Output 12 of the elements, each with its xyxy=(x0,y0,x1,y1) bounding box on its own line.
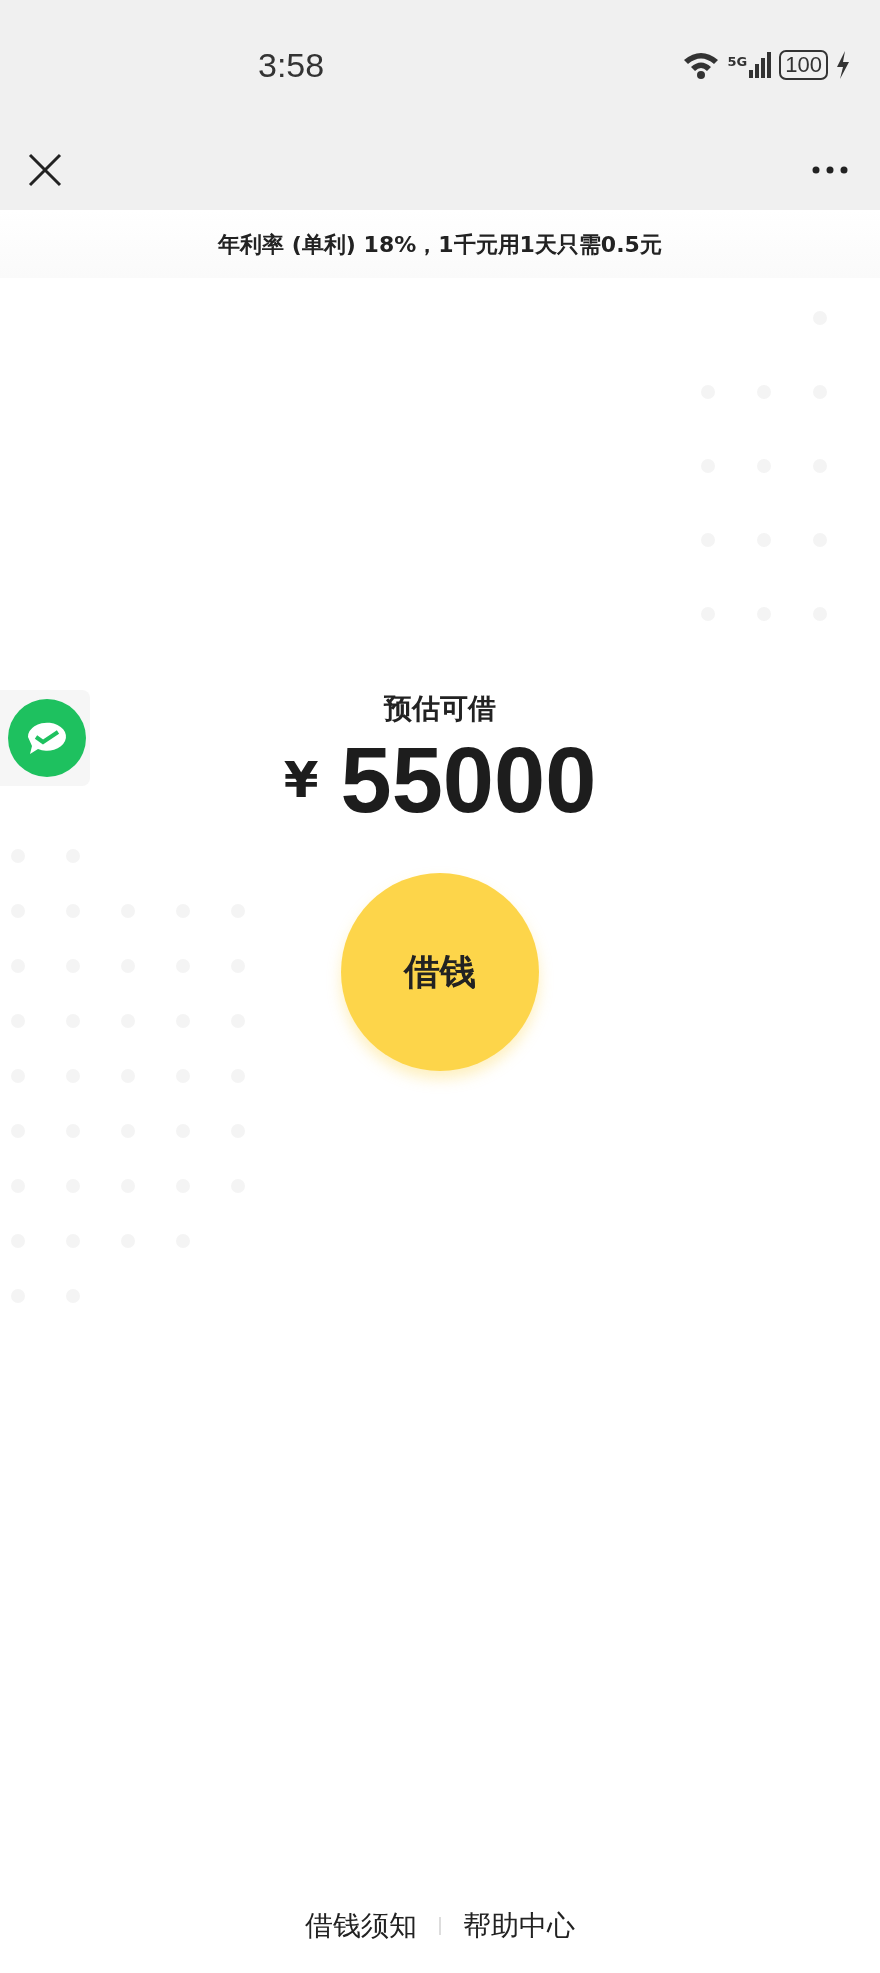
currency-symbol: ¥ xyxy=(283,750,319,812)
interest-rate-notice: 年利率 (单利) 18%，1千元用1天只需0.5元 xyxy=(218,230,662,259)
estimated-quota-label: 预估可借 xyxy=(384,691,496,727)
footer-link[interactable]: 借钱须知 xyxy=(305,1905,417,1947)
borrow-button[interactable]: 借钱 xyxy=(341,873,539,1072)
close-icon[interactable] xyxy=(28,153,62,187)
battery-indicator: 100 xyxy=(779,49,828,81)
footer-link[interactable]: 帮助中心 xyxy=(463,1905,575,1947)
status-time: 3:58 xyxy=(258,44,325,86)
chat-check-icon[interactable] xyxy=(8,699,86,777)
more-icon[interactable] xyxy=(812,166,848,174)
quota-amount: 55000 xyxy=(340,730,597,832)
